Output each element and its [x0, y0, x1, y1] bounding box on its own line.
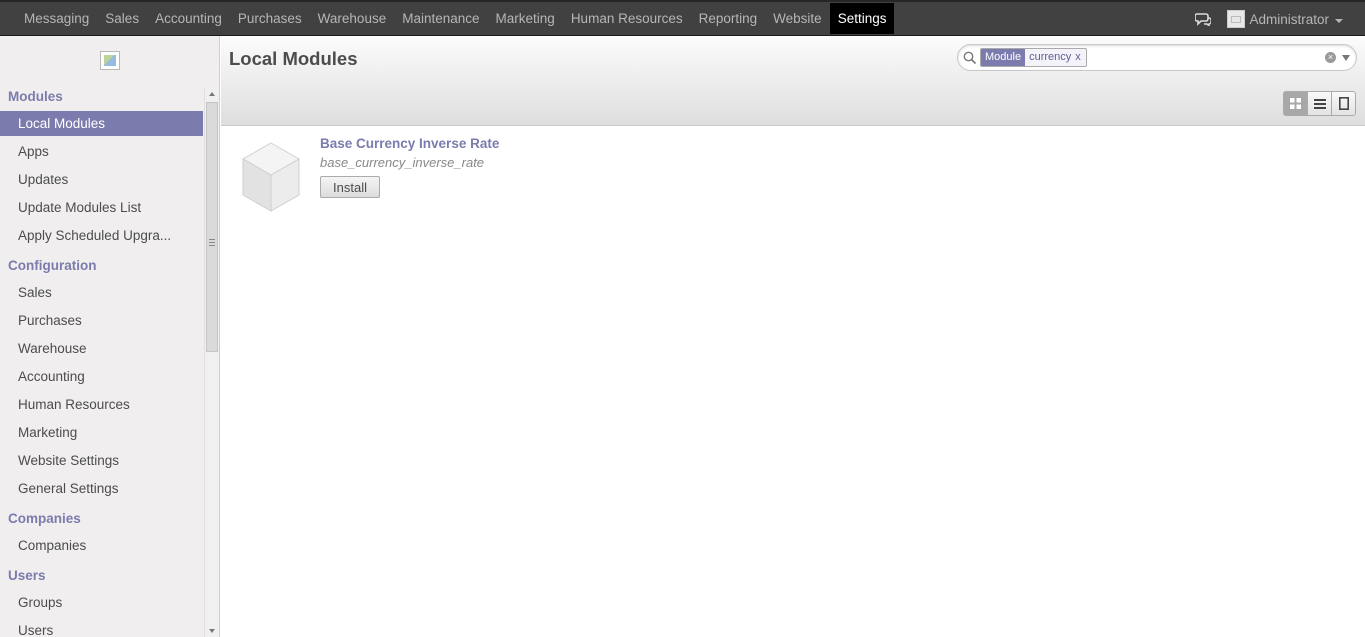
scroll-thumb[interactable] — [206, 102, 218, 352]
sidebar-item-purchases[interactable]: Purchases — [0, 308, 203, 333]
topmenu-reporting[interactable]: Reporting — [691, 3, 766, 34]
sidebar-scrollbar[interactable] — [204, 88, 219, 637]
chevron-down-icon[interactable] — [1335, 18, 1343, 23]
topmenu-website[interactable]: Website — [765, 3, 830, 34]
grid-icon — [1290, 98, 1301, 109]
module-cube-icon — [239, 139, 303, 215]
search-icon — [963, 51, 977, 65]
sidebar-item-companies[interactable]: Companies — [0, 533, 203, 558]
sidebar-item-website-settings[interactable]: Website Settings — [0, 448, 203, 473]
sidebar-item-human-resources[interactable]: Human Resources — [0, 392, 203, 417]
form-icon — [1338, 97, 1349, 110]
sidebar-item-update-modules-list[interactable]: Update Modules List — [0, 195, 203, 220]
sidebar-item-users[interactable]: Users — [0, 618, 203, 637]
form-view-button[interactable] — [1331, 91, 1356, 116]
user-menu-label[interactable]: Administrator — [1249, 12, 1329, 27]
sidebar-item-accounting[interactable]: Accounting — [0, 364, 203, 389]
topmenu-sales[interactable]: Sales — [97, 3, 147, 34]
kanban-view-button[interactable] — [1283, 91, 1308, 116]
topmenu-accounting[interactable]: Accounting — [147, 3, 230, 34]
topmenu-human-resources[interactable]: Human Resources — [563, 3, 691, 34]
sidebar: Modules Local Modules Apps Updates Updat… — [0, 36, 220, 637]
section-modules: Modules — [8, 89, 63, 104]
sidebar-item-groups[interactable]: Groups — [0, 590, 203, 615]
scroll-down-icon[interactable] — [209, 629, 215, 633]
facet-remove-button[interactable]: x — [1075, 49, 1086, 66]
search-input[interactable]: Module currency x × — [957, 44, 1357, 71]
scroll-up-icon[interactable] — [209, 92, 215, 96]
topmenu-marketing[interactable]: Marketing — [488, 3, 563, 34]
module-technical-name: base_currency_inverse_rate — [320, 155, 485, 170]
page-title: Local Modules — [229, 48, 358, 69]
control-panel: Local Modules Module currency x × — [221, 36, 1365, 126]
section-configuration: Configuration — [8, 258, 97, 273]
section-users: Users — [8, 568, 46, 583]
module-card[interactable]: Base Currency Inverse Rate base_currency… — [239, 135, 639, 225]
sidebar-item-general-settings[interactable]: General Settings — [0, 476, 203, 501]
topmenu-messaging[interactable]: Messaging — [16, 3, 97, 34]
module-name[interactable]: Base Currency Inverse Rate — [320, 136, 499, 151]
topmenu-settings[interactable]: Settings — [829, 3, 895, 34]
grip-icon — [209, 239, 215, 246]
top-navbar: Messaging Sales Accounting Purchases War… — [0, 0, 1365, 36]
company-logo[interactable] — [100, 51, 120, 70]
section-companies: Companies — [8, 511, 81, 526]
search-options-icon[interactable] — [1342, 55, 1350, 61]
avatar[interactable] — [1227, 10, 1246, 28]
topmenu-purchases[interactable]: Purchases — [230, 3, 310, 34]
view-switcher — [1283, 91, 1356, 116]
sidebar-item-local-modules[interactable]: Local Modules — [0, 111, 203, 136]
sidebar-item-apps[interactable]: Apps — [0, 139, 203, 164]
sidebar-item-marketing[interactable]: Marketing — [0, 420, 203, 445]
sidebar-item-warehouse[interactable]: Warehouse — [0, 336, 203, 361]
facet-category: Module — [981, 49, 1026, 66]
topmenu-maintenance[interactable]: Maintenance — [394, 3, 487, 34]
sidebar-item-apply-scheduled-upgrades[interactable]: Apply Scheduled Upgra... — [0, 223, 203, 248]
user-area: Administrator — [1195, 2, 1343, 36]
list-icon — [1313, 98, 1326, 109]
sidebar-item-sales[interactable]: Sales — [0, 280, 203, 305]
chat-icon[interactable] — [1195, 12, 1212, 26]
topmenu-warehouse[interactable]: Warehouse — [310, 3, 395, 34]
sidebar-item-updates[interactable]: Updates — [0, 167, 203, 192]
facet-value: currency — [1029, 51, 1072, 63]
clear-search-icon[interactable]: × — [1325, 52, 1336, 63]
install-button[interactable]: Install — [320, 176, 380, 198]
search-facet[interactable]: Module currency x — [980, 48, 1087, 67]
list-view-button[interactable] — [1307, 91, 1332, 116]
kanban-view: Base Currency Inverse Rate base_currency… — [221, 127, 1365, 637]
top-menu: Messaging Sales Accounting Purchases War… — [16, 2, 895, 36]
